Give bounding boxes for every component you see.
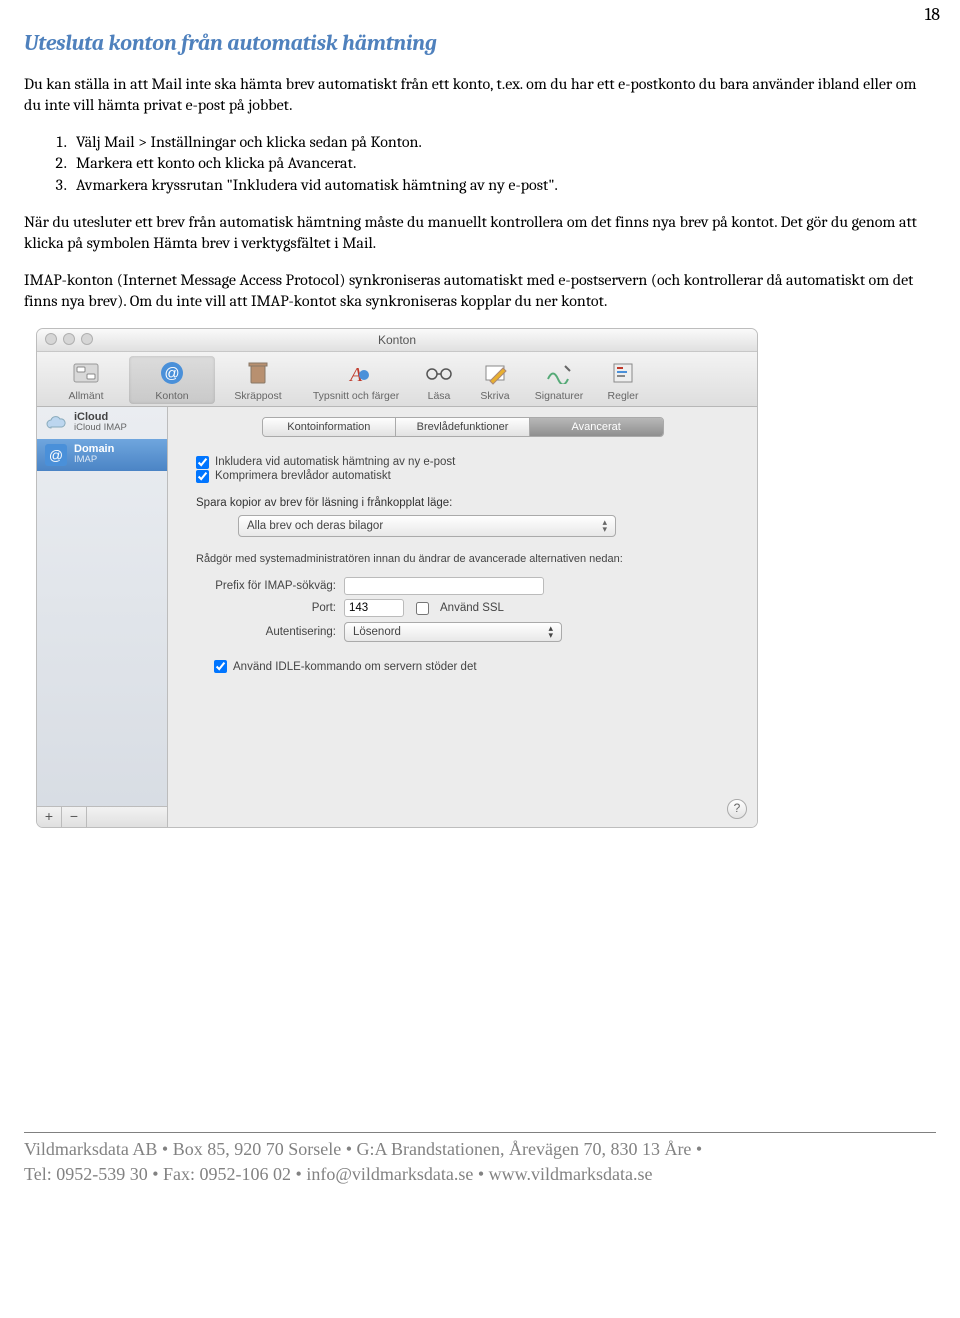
compose-icon xyxy=(480,358,510,388)
checkbox-label: Använd IDLE-kommando om servern stöder d… xyxy=(233,661,477,673)
window-titlebar: Konton xyxy=(37,329,757,352)
auth-label: Autentisering: xyxy=(196,626,336,638)
port-input[interactable] xyxy=(344,599,404,617)
page-number: 18 xyxy=(925,4,940,25)
toolbar-item-fonts[interactable]: A Typsnitt och färger xyxy=(301,356,411,404)
tab-mailbox-behaviors[interactable]: Brevlådefunktioner xyxy=(396,418,530,436)
font-icon: A xyxy=(341,358,371,388)
sidebar-account-icloud[interactable]: iCloudiCloud IMAP xyxy=(37,407,167,439)
close-icon[interactable] xyxy=(45,333,57,345)
mac-preferences-screenshot: Konton Allmänt @ Konton xyxy=(36,328,936,828)
preferences-toolbar: Allmänt @ Konton Skräppost A xyxy=(37,352,757,407)
imap-prefix-input[interactable] xyxy=(344,577,544,595)
tab-segmented-control: Kontoinformation Brevlådefunktioner Avan… xyxy=(262,417,664,437)
advanced-hint: Rådgör med systemadministratören innan d… xyxy=(196,553,739,567)
paragraph: IMAP-konton (Internet Message Access Pro… xyxy=(24,270,936,312)
trash-icon xyxy=(243,358,273,388)
include-auto-fetch-checkbox[interactable] xyxy=(196,456,209,469)
remove-account-button[interactable]: − xyxy=(62,807,87,827)
imap-prefix-label: Prefix för IMAP-sökväg: xyxy=(196,580,336,592)
svg-text:@: @ xyxy=(164,365,179,382)
step-item: Välj Mail > Inställningar och klicka sed… xyxy=(70,132,936,154)
step-item: Markera ett konto och klicka på Avancera… xyxy=(70,153,936,175)
checkbox-label: Komprimera brevlådor automatiskt xyxy=(215,470,391,482)
sidebar-account-domain[interactable]: @ DomainIMAP xyxy=(37,439,167,471)
glasses-icon xyxy=(424,358,454,388)
checkbox-label: Använd SSL xyxy=(440,602,504,614)
checkbox-label: Inkludera vid automatisk hämtning av ny … xyxy=(215,456,455,468)
toolbar-item-write[interactable]: Skriva xyxy=(467,356,523,404)
use-ssl-checkbox[interactable] xyxy=(416,602,429,615)
tab-advanced[interactable]: Avancerat xyxy=(530,418,663,436)
offline-copies-dropdown[interactable]: Alla brev och deras bilagor ▴▾ xyxy=(238,515,616,537)
help-button[interactable]: ? xyxy=(727,799,747,819)
window-title: Konton xyxy=(378,333,416,347)
port-label: Port: xyxy=(196,602,336,614)
use-idle-checkbox[interactable] xyxy=(214,660,227,673)
toolbar-item-signatures[interactable]: Signaturer xyxy=(523,356,595,404)
auth-dropdown[interactable]: Lösenord ▴▾ xyxy=(344,622,562,642)
footer-line: Vildmarksdata AB • Box 85, 920 70 Sorsel… xyxy=(24,1137,936,1161)
add-account-button[interactable]: + xyxy=(37,807,62,827)
cloud-icon xyxy=(45,412,67,434)
toolbar-item-general[interactable]: Allmänt xyxy=(43,356,129,404)
intro-paragraph: Du kan ställa in att Mail inte ska hämta… xyxy=(24,74,936,116)
signature-icon xyxy=(544,358,574,388)
accounts-sidebar: iCloudiCloud IMAP @ DomainIMAP + − xyxy=(37,407,168,827)
step-item: Avmarkera kryssrutan "Inkludera vid auto… xyxy=(70,175,936,197)
compact-mailboxes-checkbox[interactable] xyxy=(196,470,209,483)
chevron-updown-icon: ▴▾ xyxy=(548,625,553,639)
footer-line: Tel: 0952-539 30 • Fax: 0952-106 02 • in… xyxy=(24,1162,936,1186)
chevron-updown-icon: ▴▾ xyxy=(602,519,607,533)
toolbar-item-accounts[interactable]: @ Konton xyxy=(129,356,215,404)
preferences-window: Konton Allmänt @ Konton xyxy=(36,328,758,828)
steps-list: Välj Mail > Inställningar och klicka sed… xyxy=(24,132,936,197)
minimize-icon[interactable] xyxy=(63,333,75,345)
paragraph: När du utesluter ett brev från automatis… xyxy=(24,212,936,254)
tab-account-info[interactable]: Kontoinformation xyxy=(263,418,397,436)
account-detail-pane: Kontoinformation Brevlådefunktioner Avan… xyxy=(168,407,757,827)
rules-icon xyxy=(608,358,638,388)
toolbar-item-rules[interactable]: Regler xyxy=(595,356,651,404)
heading: Utesluta konton från automatisk hämtning xyxy=(24,30,936,56)
switch-icon xyxy=(71,358,101,388)
page-footer: Vildmarksdata AB • Box 85, 920 70 Sorsel… xyxy=(24,1126,936,1186)
offline-copies-label: Spara kopior av brev för läsning i frånk… xyxy=(196,497,739,509)
at-icon: @ xyxy=(45,444,67,466)
at-icon: @ xyxy=(157,358,187,388)
zoom-icon[interactable] xyxy=(81,333,93,345)
toolbar-item-read[interactable]: Läsa xyxy=(411,356,467,404)
toolbar-item-junk[interactable]: Skräppost xyxy=(215,356,301,404)
